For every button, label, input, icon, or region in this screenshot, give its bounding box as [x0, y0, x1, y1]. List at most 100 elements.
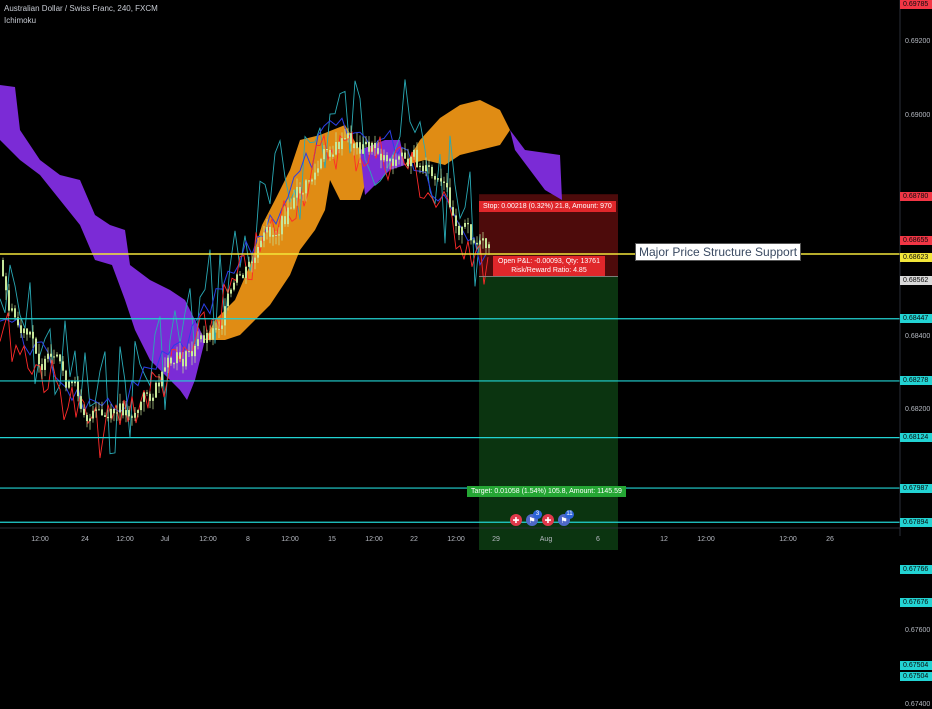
time-tick: 12:00 — [116, 536, 134, 543]
candle — [389, 158, 391, 162]
candle — [437, 178, 439, 180]
candle — [416, 149, 418, 168]
candle — [320, 159, 322, 169]
price-tick: 0.69200 — [905, 38, 931, 46]
time-tick: 12:00 — [779, 536, 797, 543]
time-tick: 26 — [826, 536, 834, 543]
candle — [422, 165, 424, 172]
price-tick: 0.68400 — [905, 332, 931, 340]
candle — [155, 382, 157, 398]
risk-reward-text: Risk/Reward Ratio: 4.85 — [511, 267, 587, 274]
candle — [41, 364, 43, 370]
candle — [158, 382, 160, 387]
candle — [188, 351, 190, 353]
candle — [434, 176, 436, 180]
candle — [383, 155, 385, 161]
candle — [407, 158, 409, 167]
candle — [224, 306, 226, 326]
event-flag-3-icon[interactable]: ✚ — [542, 514, 554, 526]
time-tick: 6 — [596, 536, 600, 543]
candle — [260, 240, 262, 248]
candle — [332, 154, 334, 157]
time-tick: Jul — [160, 536, 170, 543]
time-tick: 15 — [328, 536, 336, 543]
candle — [20, 325, 22, 334]
candle — [131, 416, 133, 418]
candle — [143, 392, 145, 402]
candle — [176, 352, 178, 364]
candle — [68, 380, 70, 388]
candle — [53, 356, 55, 358]
candle — [281, 216, 283, 235]
candle — [305, 180, 307, 194]
price-chart[interactable] — [0, 0, 932, 550]
candle — [119, 403, 121, 413]
candle — [230, 289, 232, 294]
candle — [14, 308, 16, 318]
candle — [344, 138, 346, 140]
candle — [50, 353, 52, 357]
price-label: 0.68562 — [900, 275, 932, 285]
candle — [311, 179, 313, 182]
indicator-label[interactable]: Ichimoku — [4, 16, 36, 25]
candle — [425, 165, 427, 172]
candle — [443, 181, 445, 183]
candle — [227, 293, 229, 307]
price-label: 0.67987 — [900, 483, 932, 493]
candle — [251, 261, 253, 263]
candle — [278, 234, 280, 236]
price-label: 0.67766 — [900, 564, 932, 574]
time-tick: 12:00 — [281, 536, 299, 543]
candle — [485, 238, 487, 249]
candle — [29, 331, 31, 335]
candle — [410, 156, 412, 167]
stop-label[interactable]: Stop: 0.00218 (0.32%) 21.8, Amount: 970 — [479, 201, 616, 212]
symbol-title[interactable]: Australian Dollar / Swiss Franc, 240, FX… — [4, 4, 158, 13]
candle — [446, 182, 448, 188]
candle — [2, 260, 4, 277]
candle — [290, 207, 292, 209]
candle — [272, 234, 274, 237]
candle — [47, 353, 49, 359]
candle — [128, 410, 130, 417]
price-tick: 0.67400 — [905, 700, 931, 708]
candle — [308, 180, 310, 182]
event-flag-1-icon[interactable]: ✚ — [510, 514, 522, 526]
candle — [167, 357, 169, 368]
candle — [398, 156, 400, 160]
candle — [110, 408, 112, 419]
candle — [170, 357, 172, 364]
candle — [44, 358, 46, 370]
candle — [179, 352, 181, 359]
candle — [269, 226, 271, 237]
candle — [77, 380, 79, 397]
candle — [329, 149, 331, 157]
candle — [386, 155, 388, 162]
candle — [185, 351, 187, 367]
candle — [275, 234, 277, 236]
pnl-text: Open P&L: -0.00093, Qty: 13761 — [498, 258, 600, 265]
candle — [134, 412, 136, 418]
candle — [203, 335, 205, 343]
candle — [56, 354, 58, 357]
candle — [362, 144, 364, 154]
target-label[interactable]: Target: 0.01058 (1.54%) 105.8, Amount: 1… — [467, 486, 626, 497]
candle — [371, 142, 373, 152]
candle — [242, 274, 244, 278]
candle — [35, 338, 37, 354]
price-label: 0.68124 — [900, 433, 932, 443]
candle — [353, 143, 355, 149]
event-count-badge: 11 — [565, 510, 574, 519]
price-label: 0.67504 — [900, 672, 932, 682]
candle — [467, 223, 469, 225]
candle — [86, 415, 88, 422]
support-annotation[interactable]: Major Price Structure Support — [635, 243, 802, 261]
candle — [104, 415, 106, 417]
candle — [11, 308, 13, 311]
candle — [473, 240, 475, 243]
candle — [455, 215, 457, 226]
candle — [194, 345, 196, 357]
pnl-box[interactable]: Open P&L: -0.00093, Qty: 13761 Risk/Rewa… — [493, 256, 605, 276]
candle — [92, 410, 94, 419]
candle — [335, 141, 337, 155]
